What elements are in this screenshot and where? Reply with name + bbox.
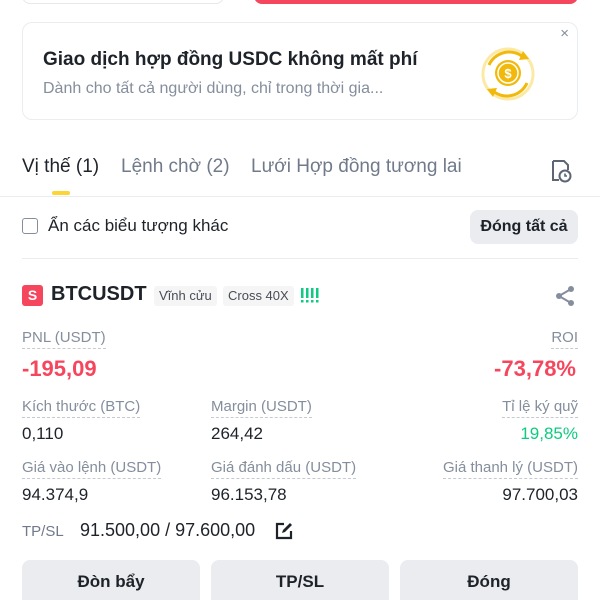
edit-icon[interactable] <box>275 522 293 540</box>
hide-other-symbols-label[interactable]: Ẩn các biểu tượng khác <box>48 216 228 236</box>
svg-text:$: $ <box>504 66 512 81</box>
hide-other-symbols-checkbox[interactable] <box>22 218 38 234</box>
size-value: 0,110 <box>22 424 64 443</box>
size-label[interactable]: Kích thước (BTC) <box>22 398 141 418</box>
filter-row: Ẩn các biểu tượng khác Đóng tất cả <box>22 210 578 246</box>
pnl-value: -195,09 <box>22 356 97 381</box>
roi-value: -73,78% <box>494 356 576 381</box>
tab-open-orders[interactable]: Lệnh chờ (2) <box>121 156 230 178</box>
tpsl-button[interactable]: TP/SL <box>211 560 389 600</box>
close-all-button[interactable]: Đóng tất cả <box>470 210 578 244</box>
perpetual-tag: Vĩnh cửu <box>154 286 217 306</box>
usdc-coin-icon: $ <box>481 47 535 101</box>
margin-ratio-label[interactable]: Tỉ lệ ký quỹ <box>502 398 578 418</box>
tab-positions[interactable]: Vị thế (1) <box>22 156 99 178</box>
mark-price-label[interactable]: Giá đánh dấu (USDT) <box>211 459 357 479</box>
short-badge: S <box>22 285 43 306</box>
entry-price-value: 94.374,9 <box>22 485 89 504</box>
order-history-icon[interactable] <box>550 159 572 183</box>
close-icon[interactable]: × <box>560 25 569 42</box>
active-tab-indicator <box>52 191 70 195</box>
filter-divider <box>22 258 578 259</box>
margin-mode-tag[interactable]: Cross 40X <box>223 286 294 306</box>
promo-subtitle: Dành cho tất cả người dùng, chỉ trong th… <box>43 80 384 97</box>
margin-label[interactable]: Margin (USDT) <box>211 398 312 418</box>
liquidation-price-value: 97.700,03 <box>502 485 578 504</box>
roi-label[interactable]: ROI <box>551 329 578 349</box>
entry-price-label[interactable]: Giá vào lệnh (USDT) <box>22 459 162 479</box>
margin-ratio-value: 19,85% <box>520 424 578 443</box>
liquidation-price-label[interactable]: Giá thanh lý (USDT) <box>442 459 578 479</box>
mark-price-value: 96.153,78 <box>211 485 287 504</box>
tpsl-label: TP/SL <box>22 523 64 540</box>
close-position-button[interactable]: Đóng <box>400 560 578 600</box>
pnl-label[interactable]: PNL (USDT) <box>22 329 106 349</box>
top-secondary-button[interactable] <box>22 0 224 4</box>
leverage-button[interactable]: Đòn bẩy <box>22 560 200 600</box>
position-header: S BTCUSDT Vĩnh cửu Cross 40X <box>22 283 578 309</box>
tabs-divider <box>0 196 600 197</box>
tpsl-value: 91.500,00 / 97.600,00 <box>80 520 256 540</box>
tab-futures-grid[interactable]: Lưới Hợp đồng tương lai <box>251 156 462 178</box>
top-primary-button[interactable] <box>254 0 578 4</box>
promo-title: Giao dịch hợp đồng USDC không mất phí <box>43 49 418 70</box>
promo-banner[interactable]: Giao dịch hợp đồng USDC không mất phí Dà… <box>22 22 578 120</box>
margin-value: 264,42 <box>211 424 263 443</box>
position-tabs: Vị thế (1) Lệnh chờ (2) Lưới Hợp đồng tư… <box>22 156 578 196</box>
position-symbol[interactable]: BTCUSDT <box>51 283 147 306</box>
share-icon[interactable] <box>554 285 576 307</box>
adl-signal-icon <box>301 288 319 303</box>
